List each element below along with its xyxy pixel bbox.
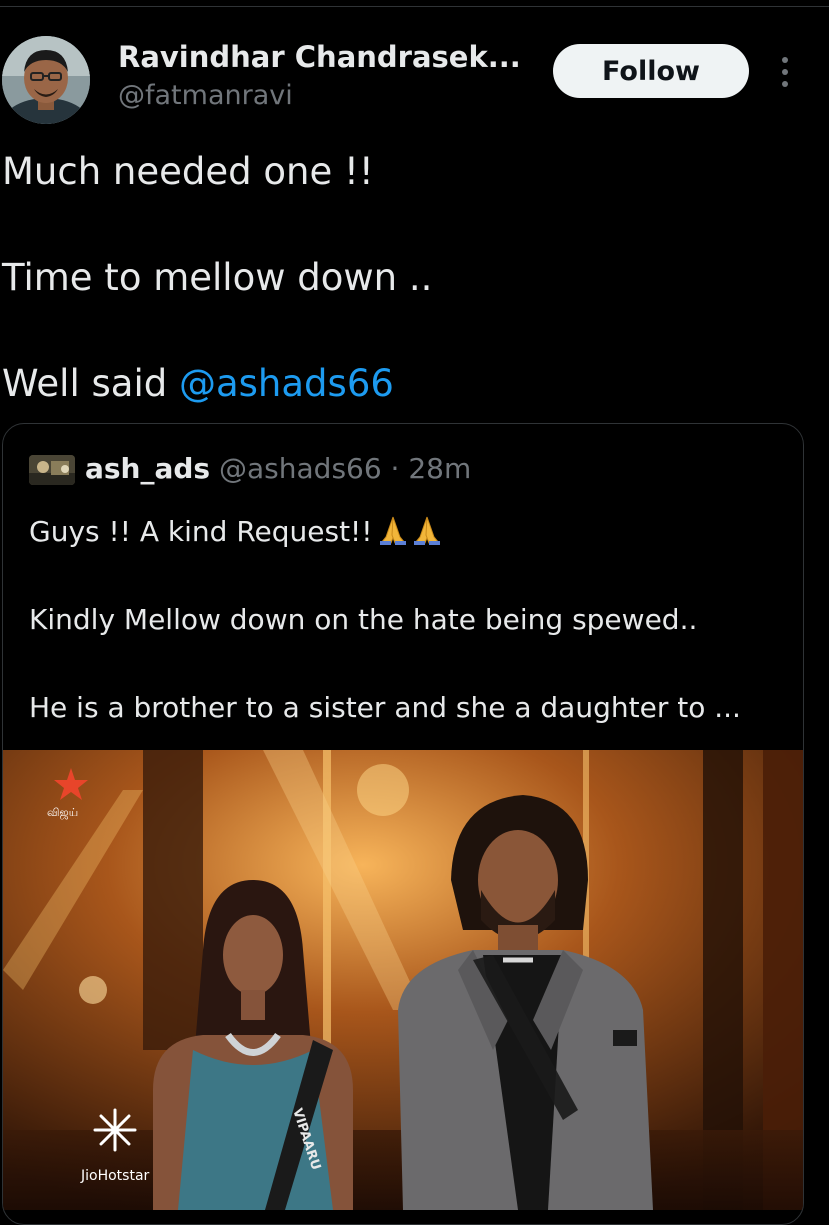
quote-media-image[interactable]: விஜய் VIPAARU JioHotstar [3,750,803,1210]
divider [0,6,829,7]
author-handle[interactable]: @fatmanravi [118,80,293,111]
channel-logo-text: விஜய் [47,806,78,820]
quote-text-line: Kindly Mellow down on the hate being spe… [29,603,698,636]
quote-text: Guys !! A kind Request!! [29,515,373,548]
folded-hands-icon [377,515,443,552]
quote-header: ash_ads @ashads66 · 28m [85,452,471,485]
quote-display-name[interactable]: ash_ads [85,452,210,485]
quote-timestamp[interactable]: 28m [408,452,471,485]
mention-link[interactable]: @ashads66 [179,362,394,405]
post-text-line: Much needed one !! [2,150,374,193]
profile-photo [2,36,90,124]
author-display-name[interactable]: Ravindhar Chandrasek... [118,40,521,74]
author-avatar[interactable] [2,36,90,124]
separator-dot: · [381,452,409,485]
post-text-line: Time to mellow down .. [2,256,433,299]
quote-text-line: He is a brother to a sister and she a da… [29,691,741,724]
quote-author-avatar[interactable] [29,455,75,485]
watermark-text: JioHotstar [80,1168,150,1184]
quote-handle[interactable]: @ashads66 [219,452,382,485]
more-vertical-icon[interactable] [773,54,797,90]
quote-text-line: Guys !! A kind Request!! [29,515,443,552]
tweet: Ravindhar Chandrasek... @fatmanravi Foll… [0,0,829,1225]
post-text-line: Well said @ashads66 [2,362,394,405]
post-text: Well said [2,362,179,405]
tv-show-still: விஜய் VIPAARU JioHotstar [3,750,803,1210]
follow-button[interactable]: Follow [553,44,749,98]
quoted-tweet[interactable]: ash_ads @ashads66 · 28m Guys !! A kind R… [2,423,804,1225]
